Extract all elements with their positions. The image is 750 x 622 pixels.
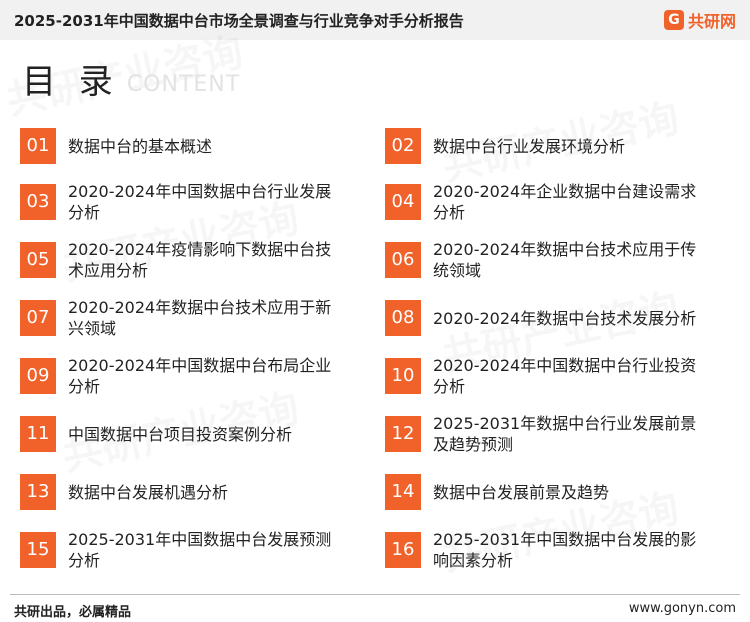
brand-logo: G 共研网 <box>663 8 736 32</box>
toc-item[interactable]: 11 中国数据中台项目投资案例分析 <box>20 408 350 460</box>
brand-name: 共研网 <box>687 12 736 31</box>
toc-item[interactable]: 03 2020-2024年中国数据中台行业发展分析 <box>20 176 350 228</box>
toc-item-label: 中国数据中台项目投资案例分析 <box>68 424 293 444</box>
toc-item-label: 2025-2031年中国数据中台发展的影响因素分析 <box>433 530 697 570</box>
toc-item[interactable]: 13 数据中台发展机遇分析 <box>20 466 350 518</box>
toc-item-label: 2020-2024年中国数据中台行业发展分析 <box>68 182 332 222</box>
toc-item[interactable]: 10 2020-2024年中国数据中台行业投资分析 <box>385 350 715 402</box>
toc-item[interactable]: 12 2025-2031年数据中台行业发展前景及趋势预测 <box>385 408 715 460</box>
footer-slogan: 共研出品，必属精品 <box>14 605 132 620</box>
toc-item-label: 2020-2024年数据中台技术应用于新兴领域 <box>68 298 332 338</box>
toc-item-label: 2020-2024年企业数据中台建设需求分析 <box>433 182 697 222</box>
toc-item-label: 2025-2031年中国数据中台发展预测分析 <box>68 530 332 570</box>
table-of-contents: 01 数据中台的基本概述 02 数据中台行业发展环境分析 03 2020-202… <box>20 120 740 590</box>
toc-number-badge: 15 <box>20 532 56 568</box>
toc-number-badge: 03 <box>20 184 56 220</box>
toc-number-badge: 05 <box>20 242 56 278</box>
toc-item-label: 数据中台发展机遇分析 <box>68 482 229 502</box>
toc-item[interactable]: 08 2020-2024年数据中台技术发展分析 <box>385 292 715 344</box>
heading-title: 目 录 <box>22 62 119 102</box>
toc-number-badge: 13 <box>20 474 56 510</box>
toc-item-label: 数据中台的基本概述 <box>68 136 213 156</box>
toc-item-label: 2025-2031年数据中台行业发展前景及趋势预测 <box>433 414 697 454</box>
toc-item[interactable]: 15 2025-2031年中国数据中台发展预测分析 <box>20 524 350 576</box>
toc-number-badge: 02 <box>385 128 421 164</box>
header-bar: 2025-2031年中国数据中台市场全景调查与行业竞争对手分析报告 G 共研网 <box>0 0 750 40</box>
toc-number-badge: 10 <box>385 358 421 394</box>
toc-item-label: 2020-2024年数据中台技术应用于传统领域 <box>433 240 697 280</box>
footer-divider <box>10 594 740 595</box>
toc-number-badge: 14 <box>385 474 421 510</box>
toc-number-badge: 09 <box>20 358 56 394</box>
toc-item-label: 2020-2024年中国数据中台行业投资分析 <box>433 356 697 396</box>
document-title: 2025-2031年中国数据中台市场全景调查与行业竞争对手分析报告 <box>14 12 464 30</box>
toc-item-label: 数据中台行业发展环境分析 <box>433 136 626 156</box>
toc-number-badge: 06 <box>385 242 421 278</box>
toc-number-badge: 04 <box>385 184 421 220</box>
toc-item[interactable]: 07 2020-2024年数据中台技术应用于新兴领域 <box>20 292 350 344</box>
toc-item-label: 数据中台发展前景及趋势 <box>433 482 610 502</box>
toc-item[interactable]: 14 数据中台发展前景及趋势 <box>385 466 715 518</box>
heading-subtitle: CONTENT <box>126 72 241 97</box>
toc-item[interactable]: 16 2025-2031年中国数据中台发展的影响因素分析 <box>385 524 715 576</box>
toc-number-badge: 11 <box>20 416 56 452</box>
toc-item[interactable]: 02 数据中台行业发展环境分析 <box>385 120 715 172</box>
toc-number-badge: 01 <box>20 128 56 164</box>
toc-item[interactable]: 05 2020-2024年疫情影响下数据中台技术应用分析 <box>20 234 350 286</box>
toc-item[interactable]: 01 数据中台的基本概述 <box>20 120 350 172</box>
logo-icon: G <box>663 10 684 30</box>
toc-item-label: 2020-2024年疫情影响下数据中台技术应用分析 <box>68 240 332 280</box>
toc-number-badge: 08 <box>385 300 421 336</box>
toc-number-badge: 16 <box>385 532 421 568</box>
toc-number-badge: 12 <box>385 416 421 452</box>
toc-item[interactable]: 06 2020-2024年数据中台技术应用于传统领域 <box>385 234 715 286</box>
toc-item-label: 2020-2024年中国数据中台布局企业分析 <box>68 356 332 396</box>
footer-website: www.gonyn.com <box>628 601 736 616</box>
toc-item[interactable]: 09 2020-2024年中国数据中台布局企业分析 <box>20 350 350 402</box>
toc-heading: 目 录 CONTENT <box>22 62 240 102</box>
toc-number-badge: 07 <box>20 300 56 336</box>
toc-item-label: 2020-2024年数据中台技术发展分析 <box>433 308 697 328</box>
toc-item[interactable]: 04 2020-2024年企业数据中台建设需求分析 <box>385 176 715 228</box>
